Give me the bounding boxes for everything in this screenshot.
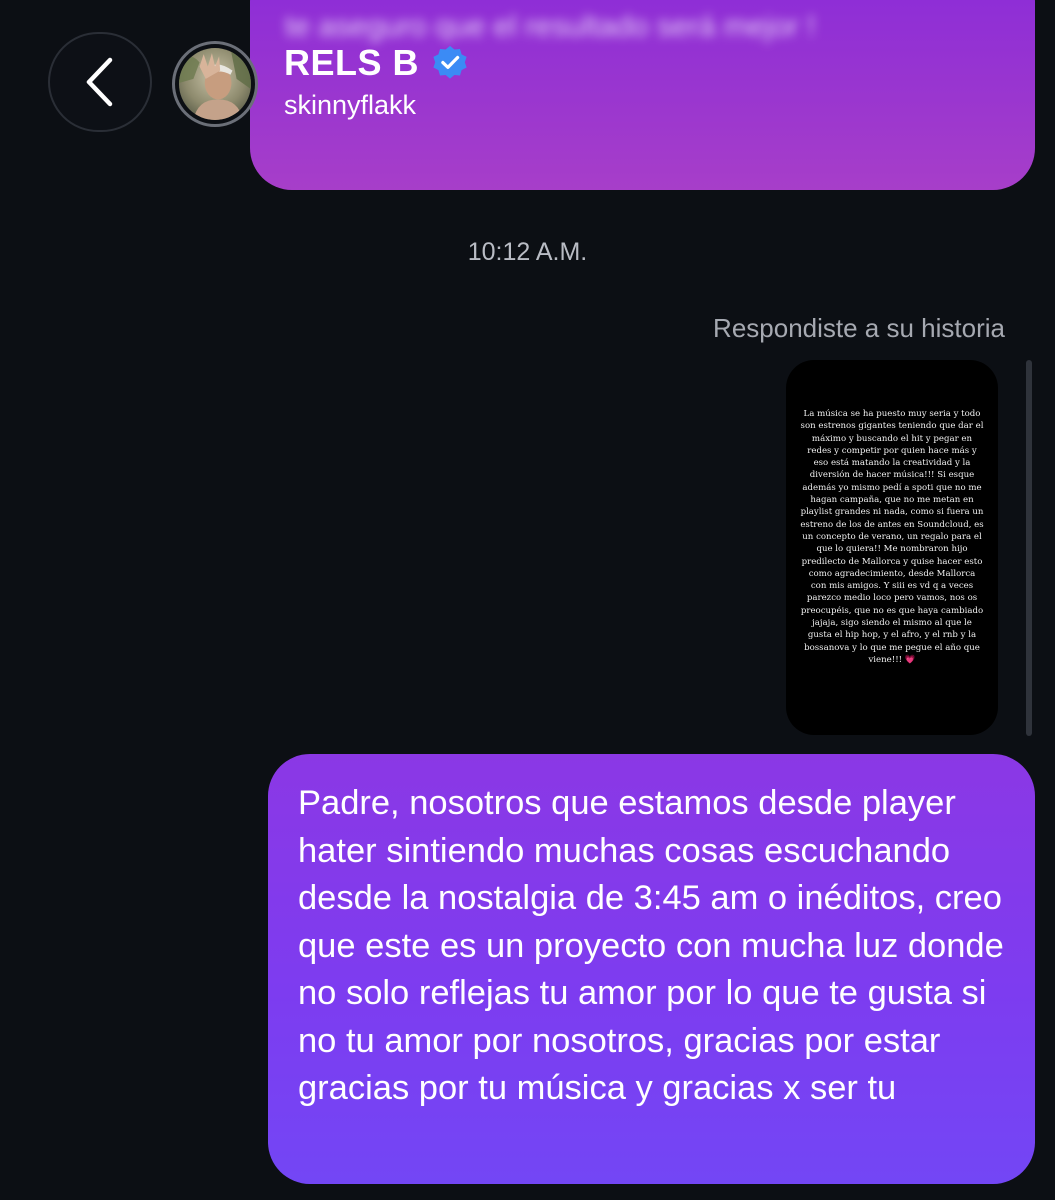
story-thumbnail[interactable]: La música se ha puesto muy seria y todo … [786, 360, 998, 735]
profile-photo [179, 48, 251, 120]
profile-name-row[interactable]: RELS B [284, 40, 469, 86]
avatar[interactable] [172, 41, 258, 127]
back-button[interactable] [48, 32, 152, 132]
profile-name: RELS B [284, 42, 420, 83]
verified-badge-icon [433, 45, 467, 79]
story-reply-label: Respondiste a su historia [713, 313, 1005, 343]
dm-conversation-screen: te aseguro que el resultado será mejor ! [0, 0, 1055, 1200]
scrollbar[interactable] [1026, 360, 1032, 736]
sent-message-bubble[interactable]: Padre, nosotros que estamos desde player… [268, 754, 1035, 1184]
sent-message-text: Padre, nosotros que estamos desde player… [298, 784, 1004, 1107]
story-text-block: La música se ha puesto muy seria y todo … [800, 408, 984, 666]
chevron-left-icon [86, 57, 113, 107]
heart-emoji-icon: 💗 [904, 654, 916, 665]
profile-username: skinnyflakk [284, 90, 417, 120]
message-timestamp: 10:12 A.M. [467, 238, 588, 266]
story-text: La música se ha puesto muy seria y todo … [800, 409, 984, 665]
